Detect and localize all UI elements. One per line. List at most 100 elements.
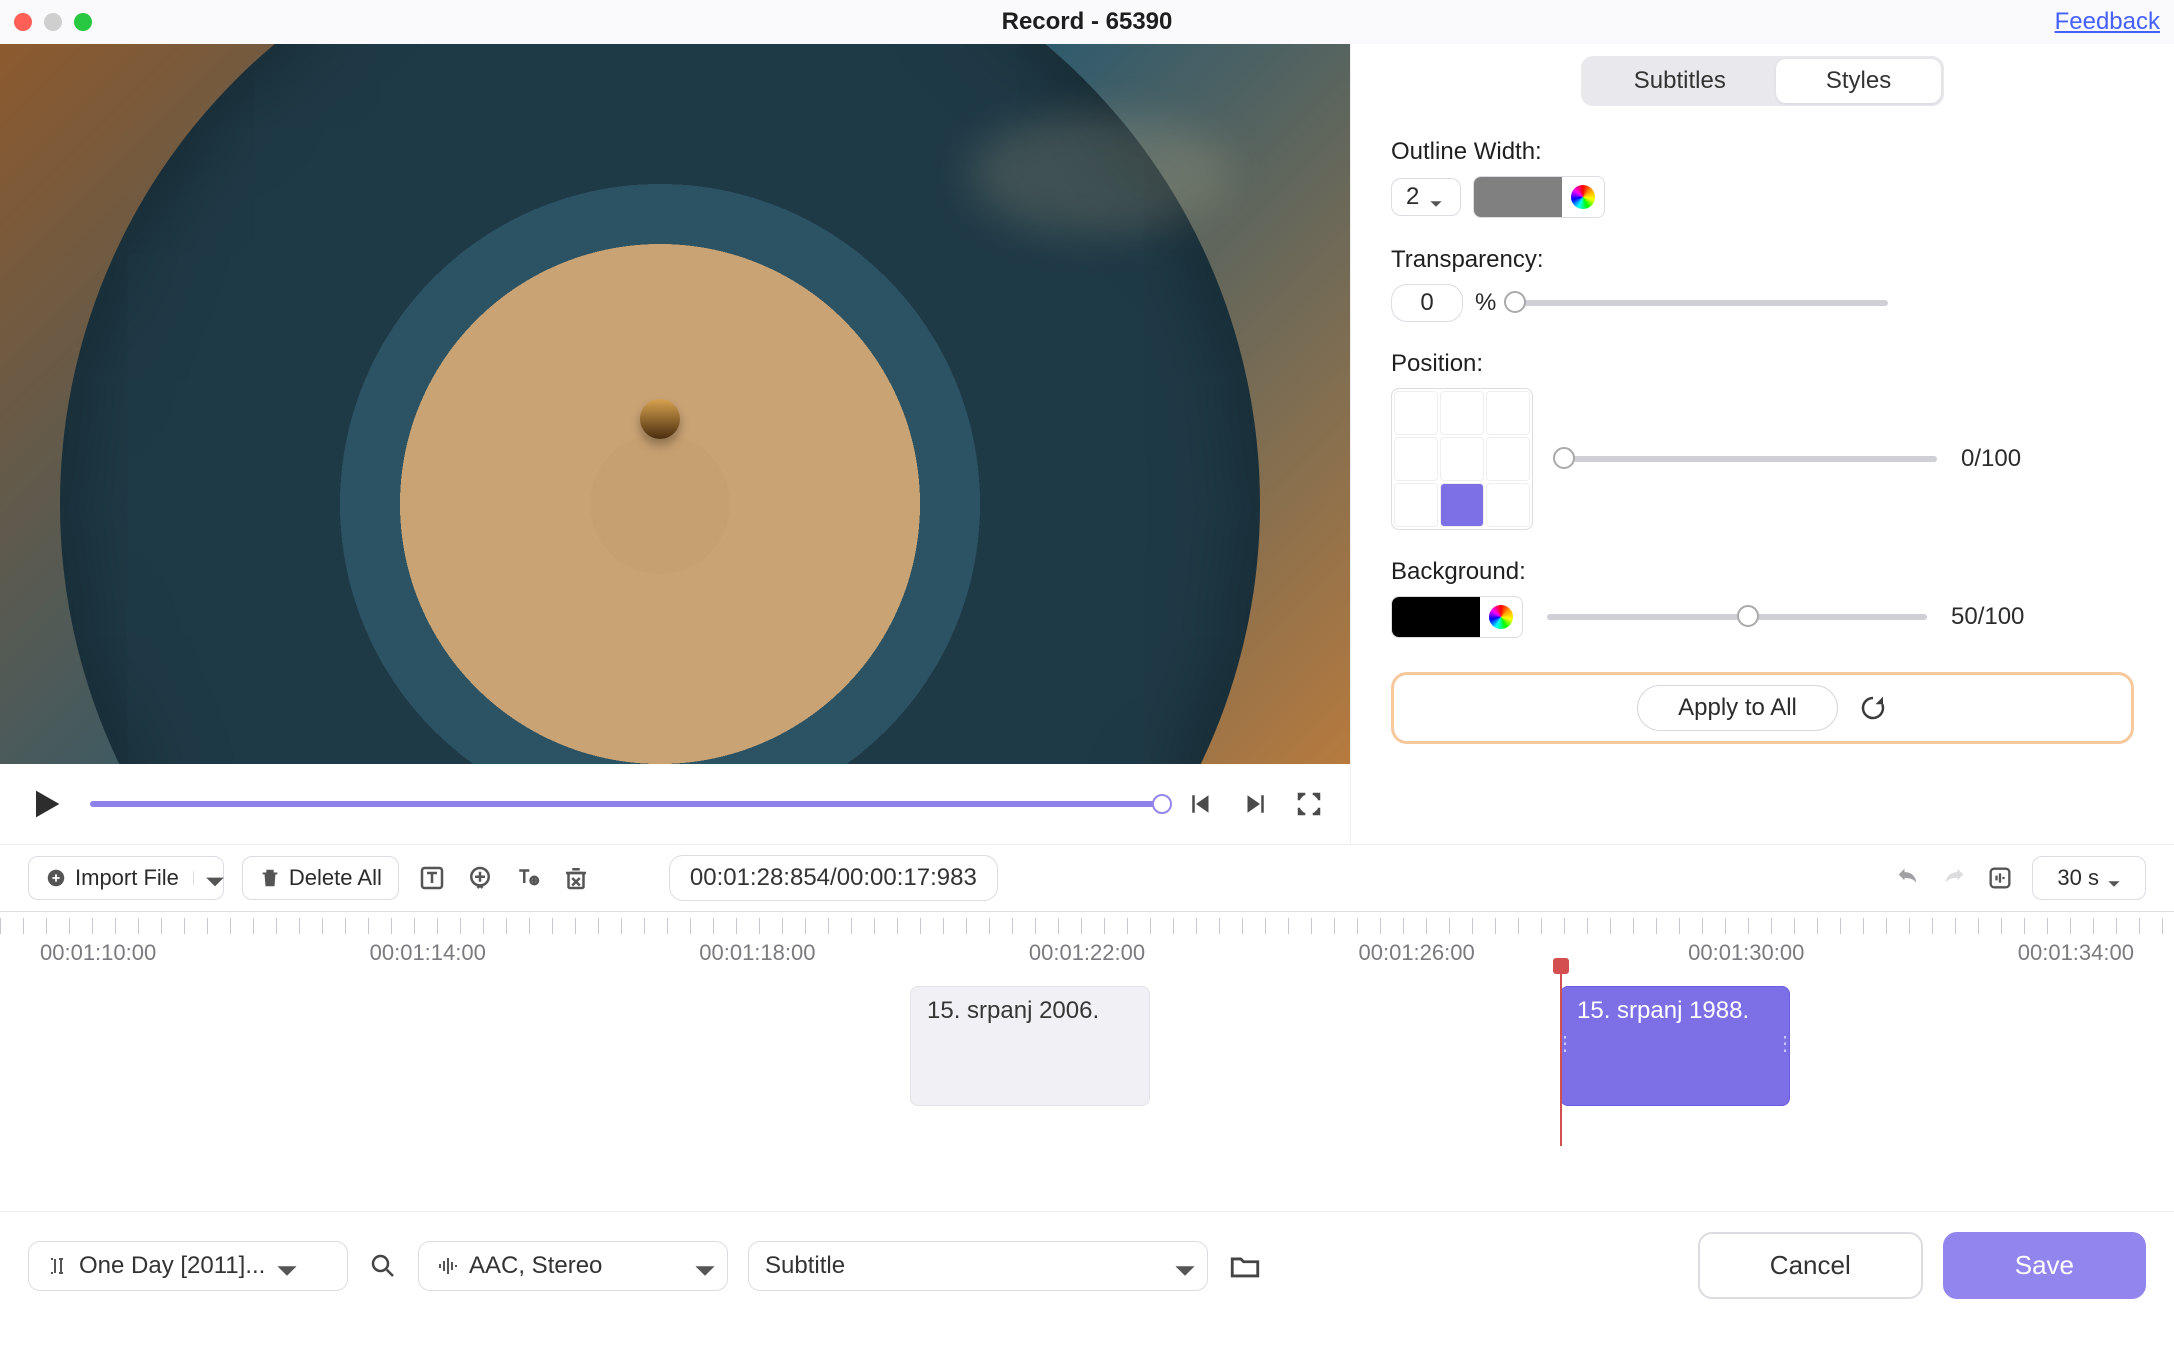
progress-bar[interactable] <box>90 801 1162 807</box>
audio-track-select[interactable]: AAC, Stereo <box>418 1241 728 1291</box>
tab-subtitles[interactable]: Subtitles <box>1584 59 1776 103</box>
zoom-level-value: 30 s <box>2057 865 2099 891</box>
position-slider[interactable] <box>1557 456 1937 462</box>
outline-color-swatch <box>1474 177 1562 217</box>
play-button[interactable] <box>26 784 66 824</box>
outline-width-label: Outline Width: <box>1391 138 2134 166</box>
maximize-window-button[interactable] <box>74 13 92 31</box>
pos-bottom-left[interactable] <box>1394 483 1438 527</box>
clip-text: 15. srpanj 2006. <box>927 997 1099 1024</box>
chevron-down-icon <box>1429 190 1443 204</box>
playhead[interactable] <box>1560 966 1562 1146</box>
tick-label: 00:01:30:00 <box>1688 940 1804 966</box>
pos-bottom-right[interactable] <box>1486 483 1530 527</box>
position-label: Position: <box>1391 350 2134 378</box>
transparency-label: Transparency: <box>1391 246 2134 274</box>
pos-mid-left[interactable] <box>1394 437 1438 481</box>
current-time: 00:01:28:854 <box>690 864 830 891</box>
undo-button[interactable] <box>1894 864 1922 892</box>
editor-toolbar: Import File Delete All 00:01:28:854/00:0… <box>0 844 2174 911</box>
redo-button[interactable] <box>1940 864 1968 892</box>
chevron-down-icon <box>275 1259 293 1273</box>
waveform-icon[interactable] <box>1986 864 2014 892</box>
add-speech-icon[interactable] <box>465 863 495 893</box>
subtitle-clip-selected[interactable]: 15. srpanj 1988. <box>1560 986 1790 1106</box>
pos-mid-center[interactable] <box>1440 437 1484 481</box>
tick-label: 00:01:26:00 <box>1359 940 1475 966</box>
next-frame-button[interactable] <box>1240 789 1270 819</box>
chevron-down-icon[interactable] <box>193 871 207 885</box>
background-slider[interactable] <box>1547 614 1927 620</box>
outline-color-picker[interactable] <box>1473 176 1605 218</box>
audio-track-value: AAC, Stereo <box>469 1252 602 1280</box>
timecode-sep: / <box>830 864 837 891</box>
colorwheel-icon[interactable] <box>1562 176 1604 218</box>
delete-all-button[interactable]: Delete All <box>242 856 399 900</box>
tick-label: 00:01:10:00 <box>40 940 156 966</box>
track-type-value: Subtitle <box>765 1252 845 1280</box>
chevron-down-icon <box>693 1259 711 1273</box>
position-grid[interactable] <box>1391 388 1533 530</box>
reset-style-button[interactable] <box>1858 693 1888 723</box>
tick-label: 00:01:22:00 <box>1029 940 1145 966</box>
clip-text: 15. srpanj 1988. <box>1577 997 1749 1024</box>
titlebar: Record - 65390 Feedback <box>0 0 2174 44</box>
feedback-link[interactable]: Feedback <box>2055 8 2160 36</box>
add-text-icon[interactable] <box>417 863 447 893</box>
pos-top-right[interactable] <box>1486 391 1530 435</box>
apply-highlight: Apply to All <box>1391 672 2134 744</box>
open-folder-button[interactable] <box>1228 1249 1262 1283</box>
delete-all-label: Delete All <box>289 865 382 891</box>
chevron-down-icon <box>1173 1259 1191 1273</box>
pos-top-center[interactable] <box>1440 391 1484 435</box>
timecode-display: 00:01:28:854/00:00:17:983 <box>669 855 998 901</box>
add-caption-icon[interactable] <box>513 863 543 893</box>
background-color-picker[interactable] <box>1391 596 1523 638</box>
timeline-ticks: 00:01:10:00 00:01:14:00 00:01:18:00 00:0… <box>0 934 2174 966</box>
background-color-swatch <box>1392 597 1480 637</box>
import-file-label: Import File <box>75 865 179 891</box>
import-file-button[interactable]: Import File <box>28 856 224 900</box>
track-type-select[interactable]: Subtitle <box>748 1241 1208 1291</box>
source-file-select[interactable]: One Day [2011]... <box>28 1241 348 1291</box>
tick-label: 00:01:34:00 <box>2018 940 2134 966</box>
video-preview-area <box>0 44 1350 844</box>
source-file-value: One Day [2011]... <box>79 1252 265 1280</box>
pos-bottom-center[interactable] <box>1440 483 1484 527</box>
transport-bar <box>0 764 1350 844</box>
outline-width-value: 2 <box>1406 183 1419 211</box>
chevron-down-icon <box>2107 871 2121 885</box>
window-controls <box>14 13 92 31</box>
tick-label: 00:01:14:00 <box>370 940 486 966</box>
tick-label: 00:01:18:00 <box>699 940 815 966</box>
total-time: 00:00:17:983 <box>837 864 977 891</box>
bottom-bar: One Day [2011]... AAC, Stereo Subtitle C… <box>0 1211 2174 1319</box>
timeline[interactable]: 00:01:10:00 00:01:14:00 00:01:18:00 00:0… <box>0 911 2174 1211</box>
colorwheel-icon[interactable] <box>1480 596 1522 638</box>
window-title: Record - 65390 <box>0 8 2174 36</box>
fullscreen-button[interactable] <box>1294 789 1324 819</box>
apply-to-all-button[interactable]: Apply to All <box>1637 685 1838 731</box>
style-panel: Subtitles Styles Outline Width: 2 <box>1350 44 2174 844</box>
transparency-input[interactable]: 0 <box>1391 284 1463 322</box>
subtitle-clip[interactable]: 15. srpanj 2006. <box>910 986 1150 1106</box>
save-button[interactable]: Save <box>1943 1232 2146 1299</box>
pos-mid-right[interactable] <box>1486 437 1530 481</box>
percent-label: % <box>1475 289 1496 317</box>
minimize-window-button[interactable] <box>44 13 62 31</box>
tab-styles[interactable]: Styles <box>1776 59 1941 103</box>
pos-top-left[interactable] <box>1394 391 1438 435</box>
outline-width-select[interactable]: 2 <box>1391 178 1461 216</box>
delete-caption-icon[interactable] <box>561 863 591 893</box>
transparency-slider[interactable] <box>1508 300 1888 306</box>
cancel-button[interactable]: Cancel <box>1698 1232 1923 1299</box>
position-value: 0/100 <box>1961 445 2021 473</box>
close-window-button[interactable] <box>14 13 32 31</box>
panel-tabs: Subtitles Styles <box>1581 56 1944 106</box>
prev-frame-button[interactable] <box>1186 789 1216 819</box>
zoom-level-select[interactable]: 30 s <box>2032 856 2146 900</box>
search-button[interactable] <box>368 1251 398 1281</box>
background-label: Background: <box>1391 558 2134 586</box>
video-frame <box>0 44 1350 764</box>
background-value: 50/100 <box>1951 603 2024 631</box>
